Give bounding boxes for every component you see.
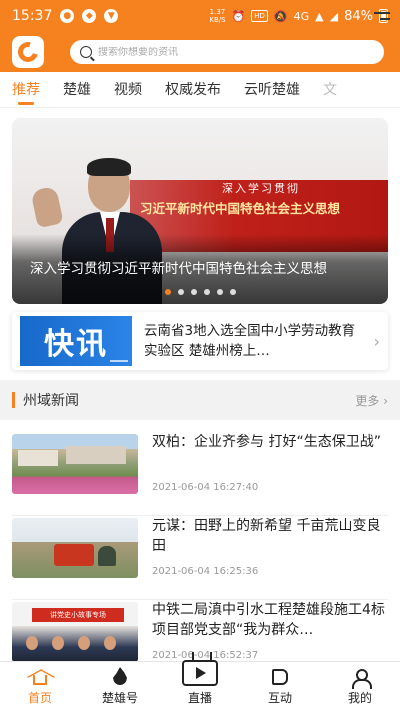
news-thumbnail — [12, 434, 138, 494]
nav-chuxiong-account[interactable]: 楚雄号 — [80, 662, 160, 711]
app-header — [0, 32, 400, 72]
carousel-dot[interactable] — [177, 289, 184, 295]
user-icon — [352, 669, 372, 689]
network-type: 4G — [293, 9, 310, 23]
notification-icon: ◆ — [82, 9, 97, 23]
news-title: 元谋：田野上的新希望 千亩荒山变良田 — [152, 518, 381, 554]
app-logo — [12, 36, 44, 68]
network-speed: 1.37 KB/S — [209, 8, 226, 24]
tab-video[interactable]: 视频 — [114, 72, 142, 107]
banner-image-subtitle: 深入学习贯彻 — [222, 182, 300, 195]
news-thumbnail — [12, 518, 138, 578]
flash-news-card[interactable]: 快讯 云南省3地入选全国中小学劳动教育实验区 楚雄州榜上… › — [12, 312, 388, 370]
carousel-dot[interactable] — [216, 289, 223, 295]
nav-label: 直播 — [187, 691, 212, 705]
nav-home[interactable]: 首页 — [0, 662, 80, 711]
home-icon — [33, 675, 47, 685]
tab-culture[interactable]: 文 — [323, 72, 337, 107]
nav-live[interactable]: 直播 — [160, 660, 240, 711]
alarm-icon: ⏰ — [231, 9, 246, 23]
carousel-dot[interactable] — [190, 289, 197, 295]
channel-tabs: 推荐 楚雄 视频 权威发布 云听楚雄 文 — [0, 72, 400, 108]
wifi-icon: ◢ — [329, 9, 339, 23]
news-item[interactable]: 元谋：田野上的新希望 千亩荒山变良田 2021-06-04 16:25:36 — [12, 516, 388, 600]
news-time: 2021-06-04 16:27:40 — [152, 482, 259, 493]
carousel-dot[interactable] — [229, 289, 236, 295]
chevron-right-icon: › — [373, 331, 380, 351]
news-thumbnail: 讲党史小故事专场 — [12, 602, 138, 662]
news-title: 双柏：企业齐参与 打好“生态保卫战” — [152, 434, 381, 450]
carousel-dot[interactable] — [203, 289, 210, 295]
tab-yunting-chuxiong[interactable]: 云听楚雄 — [244, 72, 300, 107]
search-bar[interactable] — [70, 40, 384, 64]
live-tv-icon — [182, 660, 218, 686]
tab-official-release[interactable]: 权威发布 — [165, 72, 221, 107]
tab-recommend[interactable]: 推荐 — [12, 72, 40, 107]
hd-badge: HD — [251, 10, 268, 22]
featured-carousel[interactable]: 深入学习贯彻 习近平新时代中国特色社会主义思想 深入学习贯彻习近平新时代中国特色… — [12, 118, 388, 304]
search-input[interactable] — [98, 46, 358, 58]
flash-news-badge: 快讯 — [20, 316, 132, 366]
speaker-icon — [272, 669, 288, 685]
news-time: 2021-06-04 16:25:36 — [152, 566, 259, 577]
news-item[interactable]: 双柏：企业齐参与 打好“生态保卫战” 2021-06-04 16:27:40 — [12, 432, 388, 516]
thumbnail-banner-text: 讲党史小故事专场 — [32, 608, 124, 622]
carousel-dots — [12, 289, 388, 295]
more-link[interactable]: 更多 › — [355, 392, 388, 409]
flash-news-text: 云南省3地入选全国中小学劳动教育实验区 楚雄州榜上… — [144, 323, 356, 359]
nav-label: 我的 — [347, 691, 372, 705]
tab-chuxiong[interactable]: 楚雄 — [63, 72, 91, 107]
section-title: 州域新闻 — [23, 393, 79, 409]
bottom-navigation: 首页 楚雄号 直播 互动 我的 — [0, 660, 400, 711]
signal-icon: ▲ — [315, 9, 324, 23]
battery-level: 84% — [344, 8, 373, 24]
status-time: 15:37 — [12, 8, 53, 24]
banner-caption: 深入学习贯彻习近平新时代中国特色社会主义思想 — [30, 261, 327, 277]
flame-icon — [113, 667, 127, 685]
channel-menu-icon[interactable] — [374, 12, 390, 24]
banner-image-title: 习近平新时代中国特色社会主义思想 — [140, 201, 341, 216]
status-bar: 15:37 ● ◆ ▼ 1.37 KB/S ⏰ HD 🔕 4G ▲ ◢ 84% — [0, 0, 400, 32]
nav-label: 互动 — [267, 691, 292, 705]
search-icon — [80, 46, 92, 58]
section-accent-bar — [12, 392, 15, 408]
nav-label: 楚雄号 — [101, 691, 138, 705]
news-title: 中铁二局滇中引水工程楚雄段施工4标项目部党支部“我为群众… — [152, 602, 385, 638]
logo-icon — [14, 38, 42, 66]
mute-icon: 🔕 — [273, 9, 288, 23]
nav-interaction[interactable]: 互动 — [240, 662, 320, 711]
section-header: 州域新闻 更多 › — [0, 380, 400, 420]
carousel-dot[interactable] — [164, 289, 171, 295]
shield-icon: ▼ — [104, 9, 119, 23]
nav-label: 首页 — [27, 691, 52, 705]
message-icon: ● — [60, 9, 75, 23]
nav-profile[interactable]: 我的 — [320, 662, 400, 711]
